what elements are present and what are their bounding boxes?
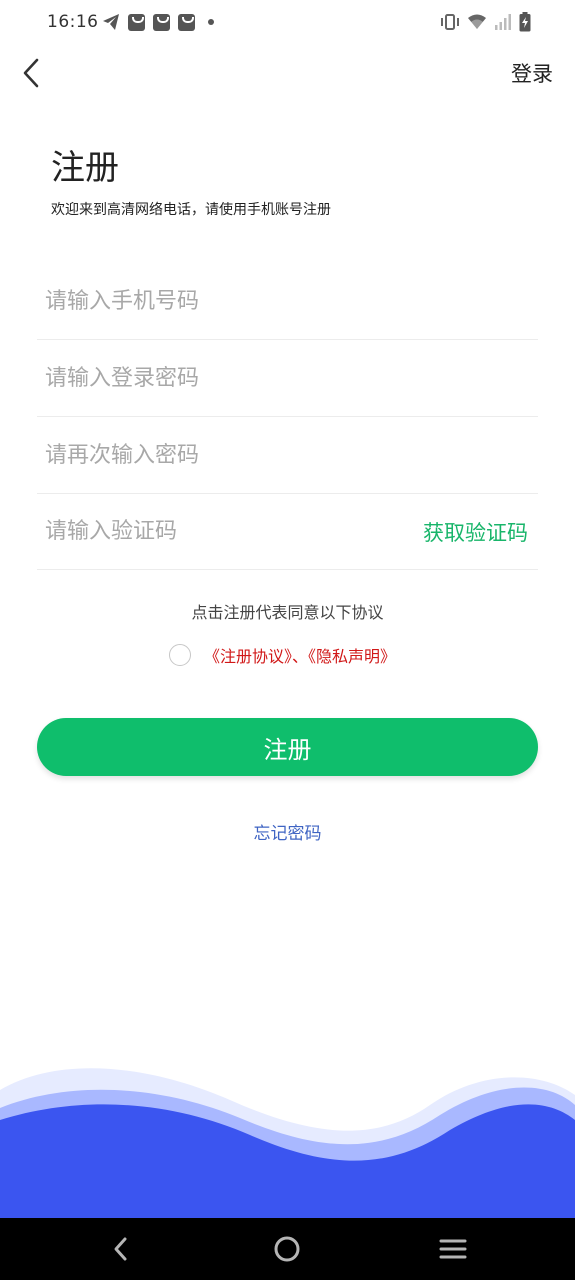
cellular-signal-icon — [495, 14, 511, 30]
shopping-bag-icon — [178, 13, 195, 31]
status-bar: 16:16 — [0, 0, 575, 48]
shopping-bag-icon — [128, 13, 145, 31]
register-button[interactable]: 注册 — [37, 718, 538, 776]
wifi-icon — [468, 14, 486, 29]
navigation-bar — [0, 1218, 575, 1280]
nav-back-button[interactable] — [86, 1218, 156, 1280]
phone-input[interactable] — [45, 263, 405, 339]
login-link[interactable]: 登录 — [511, 58, 553, 88]
verification-code-input[interactable] — [45, 493, 405, 569]
back-button[interactable] — [14, 54, 48, 92]
page-title: 注册 — [51, 148, 119, 188]
phone-field — [37, 263, 538, 340]
chevron-left-icon — [23, 58, 39, 88]
status-time: 16:16 — [47, 12, 99, 32]
confirm-password-field — [37, 417, 538, 494]
agreement-row: 《注册协议》、《隐私声明》 — [169, 643, 396, 667]
home-icon — [274, 1236, 300, 1262]
decorative-wave — [0, 1068, 575, 1218]
status-left-icons — [102, 13, 214, 31]
agreement-checkbox[interactable] — [169, 644, 191, 666]
agreement-links[interactable]: 《注册协议》、《隐私声明》 — [204, 643, 396, 667]
shopping-bag-icon — [153, 13, 170, 31]
back-icon — [114, 1237, 127, 1261]
verification-code-field: 获取验证码 — [37, 493, 538, 570]
telegram-icon — [103, 14, 119, 30]
password-input[interactable] — [45, 340, 405, 416]
menu-icon — [439, 1239, 467, 1259]
vibrate-icon — [441, 14, 459, 30]
password-field — [37, 340, 538, 417]
notification-dot-icon — [208, 19, 214, 25]
nav-home-button[interactable] — [252, 1218, 322, 1280]
nav-menu-button[interactable] — [418, 1218, 488, 1280]
confirm-password-input[interactable] — [45, 417, 405, 493]
forgot-password-link[interactable]: 忘记密码 — [0, 819, 575, 844]
page-subtitle: 欢迎来到高清网络电话，请使用手机账号注册 — [51, 202, 331, 218]
battery-charging-icon — [519, 12, 531, 32]
agreement-text: 点击注册代表同意以下协议 — [191, 603, 384, 622]
get-code-button[interactable]: 获取验证码 — [423, 517, 528, 547]
status-right-icons — [440, 12, 531, 32]
